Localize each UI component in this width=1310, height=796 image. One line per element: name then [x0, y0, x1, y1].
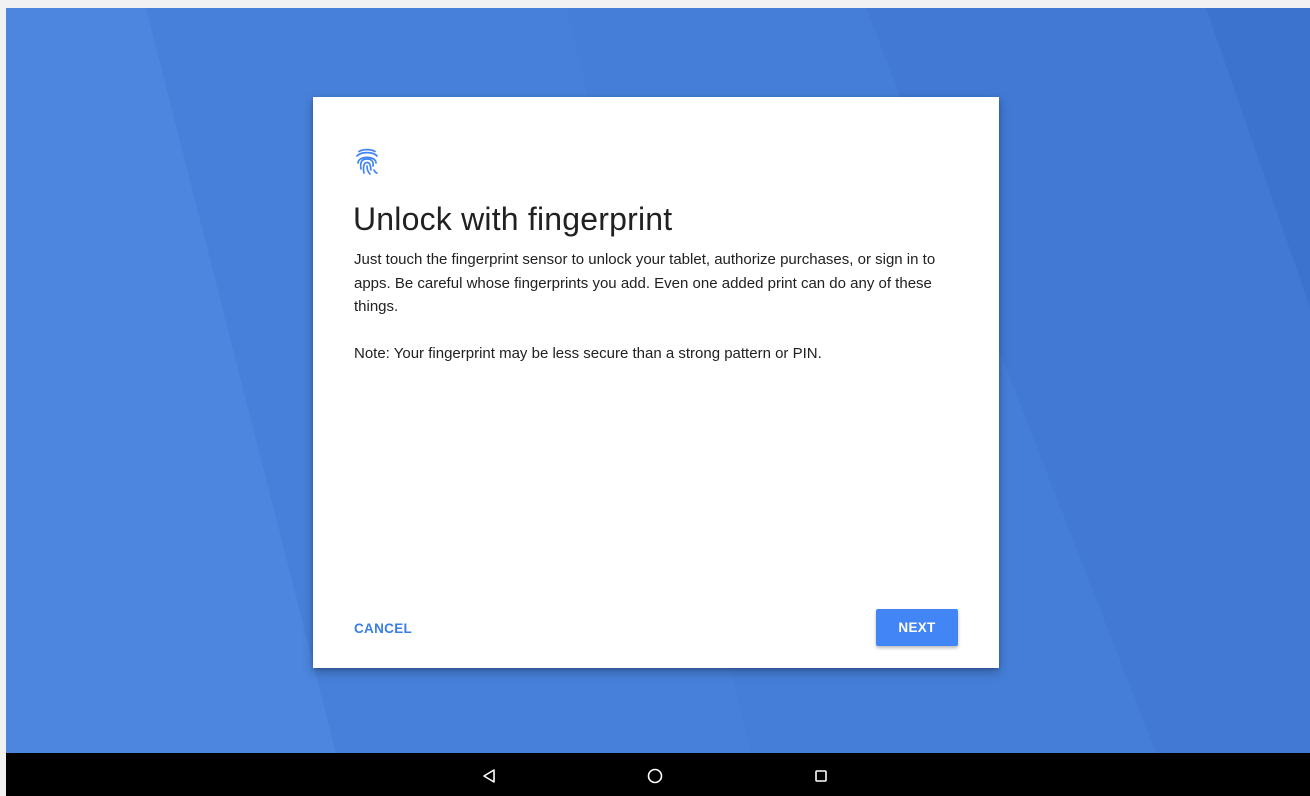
fingerprint-icon	[356, 148, 378, 175]
security-note: Note: Your fingerprint may be less secur…	[354, 345, 822, 362]
cancel-button[interactable]: CANCEL	[344, 610, 422, 646]
recents-button[interactable]	[806, 761, 836, 791]
next-button[interactable]: NEXT	[876, 609, 958, 646]
navigation-bar	[6, 753, 1310, 796]
home-button[interactable]	[640, 761, 670, 791]
dialog-title: Unlock with fingerprint	[353, 201, 673, 237]
tablet-screen: Unlock with fingerprint Just touch the f…	[6, 8, 1310, 796]
back-button[interactable]	[475, 761, 505, 791]
back-triangle-icon	[483, 769, 495, 783]
dialog-description: Just touch the fingerprint sensor to unl…	[354, 251, 936, 315]
fingerprint-setup-dialog: Unlock with fingerprint Just touch the f…	[313, 97, 999, 668]
home-circle-icon	[647, 768, 663, 784]
recents-square-icon	[815, 770, 827, 782]
